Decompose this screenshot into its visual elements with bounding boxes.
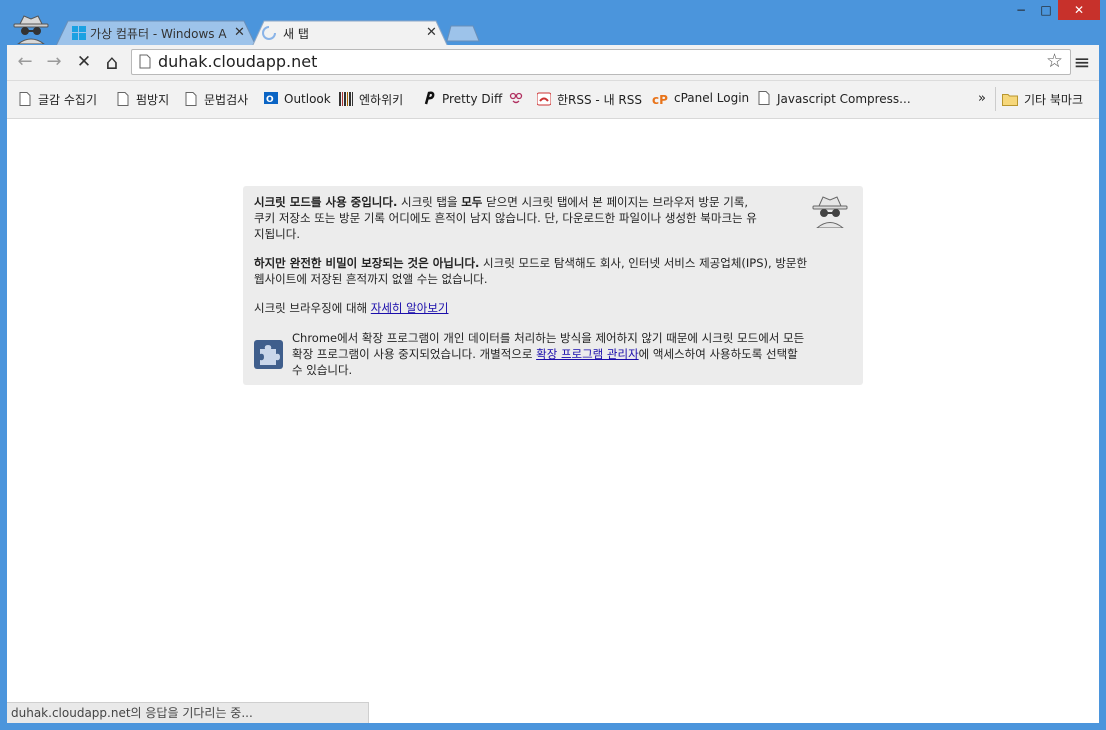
rss-icon xyxy=(537,92,551,106)
bookmark-label: 글감 수집기 xyxy=(38,93,98,107)
close-window-button[interactable]: ✕ xyxy=(1058,0,1100,20)
folder-icon xyxy=(1002,94,1018,106)
privacy-warning: 하지만 완전한 비밀이 보장되는 것은 아닙니다. xyxy=(254,256,480,270)
text: Chrome에서 확장 프로그램이 개인 데이터를 처리하는 방식을 제어하지 … xyxy=(292,331,805,345)
url-text: duhak.cloudapp.net xyxy=(158,52,318,71)
text: 시크릿 모드로 탐색해도 회사, 인터넷 서비스 제공업체(IPS), 방문한 xyxy=(479,256,808,270)
bookmark-label: cPanel Login xyxy=(674,91,750,105)
face-icon xyxy=(509,92,523,104)
loading-spinner-icon xyxy=(262,26,276,40)
bookmark-label: 한RSS - 내 RSS xyxy=(557,93,642,107)
bookmark-label: 엔하위키 xyxy=(359,93,404,107)
tab-virtual-computer[interactable]: 가상 컴퓨터 - Windows A ✕ xyxy=(56,20,256,46)
learn-more-link[interactable]: 자세히 알아보기 xyxy=(371,301,449,315)
text: 지됩니다. xyxy=(254,227,300,241)
close-tab-icon[interactable]: ✕ xyxy=(426,25,437,40)
page-icon xyxy=(117,92,129,106)
close-tab-icon[interactable]: ✕ xyxy=(234,25,245,40)
incognito-icon xyxy=(13,15,49,44)
page-icon xyxy=(758,91,770,105)
bookmark-label: Javascript Compress... xyxy=(777,92,911,106)
text: 닫으면 시크릿 탭에서 본 페이지는 브라우저 방문 기록, xyxy=(482,195,749,209)
bookmark-label: 문법검사 xyxy=(204,93,249,107)
extension-puzzle-icon xyxy=(254,340,283,369)
page-content: 시크릿 모드를 사용 중입니다. 시크릿 탭을 모두 닫으면 시크릿 탭에서 본… xyxy=(7,119,1099,723)
address-bar[interactable]: duhak.cloudapp.net ☆ xyxy=(131,49,1071,75)
tab-label: 가상 컴퓨터 - Windows A xyxy=(90,27,227,41)
bookmark-item[interactable]: 한RSS - 내 RSS xyxy=(537,91,642,109)
tab-new-tab[interactable]: 새 탭 ✕ xyxy=(252,20,448,47)
bookmark-item[interactable]: O Outlook xyxy=(264,91,331,109)
bookmark-item[interactable]: cP cPanel Login xyxy=(652,91,749,109)
incognito-icon xyxy=(812,196,848,228)
svg-text:O: O xyxy=(266,95,274,105)
text: 확장 프로그램이 사용 중지되었습니다. 개별적으로 xyxy=(292,347,537,361)
incognito-heading: 시크릿 모드를 사용 중입니다. xyxy=(254,195,398,209)
status-bar: duhak.cloudapp.net의 응답을 기다리는 중... xyxy=(7,702,369,723)
text: 쿠키 저장소 또는 방문 기록 어디에도 흔적이 남지 않습니다. 단, 다운로… xyxy=(254,211,757,225)
text: 시크릿 탭을 xyxy=(397,195,462,209)
pretty-diff-icon xyxy=(424,91,435,105)
outlook-icon: O xyxy=(264,92,278,105)
browser-window: 가상 컴퓨터 - Windows A ✕ 새 탭 ✕ − □ ✕ ← → ✕ ⌂… xyxy=(0,0,1106,730)
text: 에 액세스하여 사용하도록 선택할 xyxy=(638,347,798,361)
bookmark-item[interactable]: 엔하위키 xyxy=(339,91,403,109)
other-bookmarks[interactable]: 기타 북마크 xyxy=(1002,91,1083,109)
maximize-button[interactable]: □ xyxy=(1034,0,1058,20)
menu-button[interactable]: ≡ xyxy=(1071,51,1093,73)
incognito-paragraph-2: 하지만 완전한 비밀이 보장되는 것은 아닙니다. 시크릿 모드로 탐색해도 회… xyxy=(254,255,854,287)
new-tab-button[interactable] xyxy=(446,25,480,42)
title-bar: 가상 컴퓨터 - Windows A ✕ 새 탭 ✕ − □ ✕ xyxy=(0,0,1106,47)
bookmark-item[interactable]: 펌방지 xyxy=(116,91,169,109)
page-icon xyxy=(185,92,197,106)
bookmark-item[interactable]: Javascript Compress... xyxy=(757,91,911,109)
tab-label: 새 탭 xyxy=(283,27,309,41)
text: 웹사이트에 저장된 흔적까지 없앨 수는 없습니다. xyxy=(254,272,488,286)
bookmark-label: Outlook xyxy=(284,92,331,106)
incognito-info-panel: 시크릿 모드를 사용 중입니다. 시크릿 탭을 모두 닫으면 시크릿 탭에서 본… xyxy=(243,186,863,385)
bookmark-item[interactable]: 문법검사 xyxy=(184,91,248,109)
bookmark-label: 기타 북마크 xyxy=(1024,93,1084,107)
text: 시크릿 브라우징에 대해 xyxy=(254,301,371,315)
cpanel-icon: cP xyxy=(652,93,668,107)
divider xyxy=(995,87,996,111)
text-bold: 모두 xyxy=(461,195,483,209)
toolbar: ← → ✕ ⌂ duhak.cloudapp.net ☆ ≡ xyxy=(7,45,1099,81)
page-icon xyxy=(139,54,151,72)
stop-button[interactable]: ✕ xyxy=(73,51,95,73)
text: 수 있습니다. xyxy=(292,363,353,377)
forward-button[interactable]: → xyxy=(43,51,65,73)
bookmarks-overflow-button[interactable]: » xyxy=(978,91,986,109)
windows-logo-icon xyxy=(72,26,86,40)
star-icon[interactable]: ☆ xyxy=(1046,50,1063,72)
back-button[interactable]: ← xyxy=(14,51,36,73)
home-button[interactable]: ⌂ xyxy=(101,51,123,73)
bookmark-label: 펌방지 xyxy=(136,93,170,107)
bookmark-item[interactable]: Pretty Diff xyxy=(422,91,502,109)
bookmark-item[interactable] xyxy=(509,91,529,109)
bookmark-label: Pretty Diff xyxy=(442,92,503,106)
incognito-paragraph-1: 시크릿 모드를 사용 중입니다. 시크릿 탭을 모두 닫으면 시크릿 탭에서 본… xyxy=(254,194,814,242)
bookmarks-bar: 글감 수집기 펌방지 문법검사 O Outlook 엔하위키 Pretty Dif… xyxy=(7,81,1099,119)
page-icon xyxy=(19,92,31,106)
extensions-disabled-note: Chrome에서 확장 프로그램이 개인 데이터를 처리하는 방식을 제어하지 … xyxy=(292,330,857,378)
barcode-icon xyxy=(339,92,353,106)
minimize-button[interactable]: − xyxy=(1008,0,1034,20)
extension-manager-link[interactable]: 확장 프로그램 관리자 xyxy=(536,347,639,361)
incognito-paragraph-3: 시크릿 브라우징에 대해 자세히 알아보기 xyxy=(254,300,854,316)
bookmark-item[interactable]: 글감 수집기 xyxy=(18,91,97,109)
